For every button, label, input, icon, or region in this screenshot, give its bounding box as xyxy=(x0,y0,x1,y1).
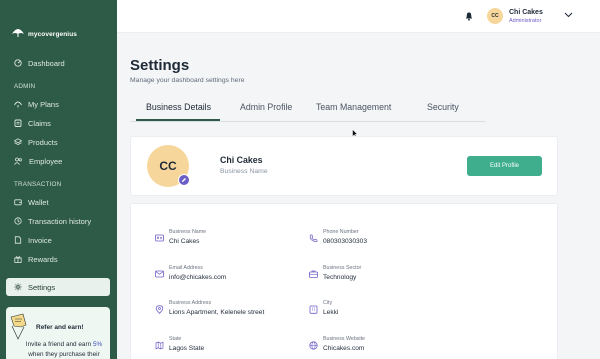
sidebar-item-label: Wallet xyxy=(28,197,49,207)
page-subtitle: Manage your dashboard settings here xyxy=(130,77,245,84)
sidebar-item-claims[interactable]: Claims xyxy=(6,114,110,132)
refer-line2: when they purchase their xyxy=(28,351,100,358)
edit-avatar-button[interactable] xyxy=(178,174,190,186)
field-label: Business Name xyxy=(169,229,207,235)
refer-card[interactable]: Refer and earn! Invite a friend and earn… xyxy=(6,307,110,359)
sidebar-item-label: Claims xyxy=(28,118,51,128)
brand-logo[interactable]: mycovergenius xyxy=(11,26,77,38)
business-details-card: Business Name Chi Cakes Phone Number 080… xyxy=(130,203,558,359)
field-value: Lions Apartment, Kelenele street xyxy=(169,309,265,316)
refer-title: Refer and earn! xyxy=(36,324,84,331)
field-value: Technology xyxy=(323,274,357,281)
refer-percent: 5% xyxy=(92,341,103,348)
id-card-icon xyxy=(155,234,164,242)
field-label: Phone Number xyxy=(323,229,359,235)
tab-business-details[interactable]: Business Details xyxy=(146,102,211,112)
field-label: Business Sector xyxy=(323,265,362,271)
sidebar-item-label: Employee xyxy=(29,156,63,166)
location-icon xyxy=(155,305,164,314)
gift-icon xyxy=(14,256,22,263)
clipboard-icon xyxy=(14,119,22,127)
field-label: State xyxy=(169,336,182,342)
profile-name: Chi Cakes xyxy=(220,155,263,165)
sidebar-item-wallet[interactable]: Wallet xyxy=(6,193,110,211)
tab-admin-profile[interactable]: Admin Profile xyxy=(240,102,292,112)
sidebar-item-products[interactable]: Products xyxy=(6,133,110,151)
sidebar-item-label: Settings xyxy=(28,282,56,292)
sidebar-item-employee[interactable]: Employee xyxy=(6,152,110,170)
wallet-icon xyxy=(14,199,22,206)
mail-icon xyxy=(155,270,164,278)
field-value: info@chicakes.com xyxy=(169,274,227,281)
history-icon xyxy=(14,217,22,225)
refer-description: Invite a friend and earn 5% when they pu… xyxy=(20,340,108,359)
field-value: 080303030303 xyxy=(323,238,368,245)
section-transaction: TRANSACTION xyxy=(14,181,62,188)
chevron-down-icon[interactable] xyxy=(564,12,573,18)
profile-subtitle: Business Name xyxy=(220,168,268,175)
field-value: Chicakes.com xyxy=(323,345,365,352)
field-value: Chi Cakes xyxy=(169,238,200,245)
bell-icon[interactable] xyxy=(465,11,473,21)
building-icon xyxy=(309,305,318,314)
umbrella-icon xyxy=(14,101,22,108)
umbrella-logo-icon xyxy=(12,29,24,37)
sidebar-item-settings[interactable]: Settings xyxy=(6,278,110,296)
user-role: Administrator xyxy=(509,18,542,24)
sidebar-item-label: Rewards xyxy=(28,254,58,264)
sidebar-item-dashboard[interactable]: Dashboard xyxy=(6,54,110,72)
settings-tabs: Business Details Admin Profile Team Mana… xyxy=(130,98,485,122)
field-label: City xyxy=(323,300,333,306)
pencil-icon xyxy=(182,178,186,182)
user-name: Chi Cakes xyxy=(509,9,543,16)
gear-icon xyxy=(14,283,22,291)
layers-icon xyxy=(14,138,22,146)
sidebar-item-label: My Plans xyxy=(28,99,59,109)
invoice-icon xyxy=(14,236,22,244)
topbar: CC Chi Cakes Administrator xyxy=(117,0,600,33)
field-value: Lagos State xyxy=(169,345,205,352)
sidebar-item-my-plans[interactable]: My Plans xyxy=(6,95,110,113)
sidebar: mycovergenius Dashboard ADMIN My Plans C… xyxy=(0,0,117,359)
refer-line1: Invite a friend and earn xyxy=(25,341,93,348)
section-admin: ADMIN xyxy=(14,83,36,90)
field-value: Lekki xyxy=(323,309,339,316)
page-title: Settings xyxy=(130,57,190,74)
sidebar-item-label: Invoice xyxy=(28,235,52,245)
field-label: Business Website xyxy=(323,336,366,342)
avatar[interactable]: CC xyxy=(487,8,503,24)
active-tab-indicator xyxy=(136,119,220,121)
edit-profile-button[interactable]: Edit Profile xyxy=(467,156,542,176)
sidebar-item-rewards[interactable]: Rewards xyxy=(6,250,110,268)
users-icon xyxy=(14,157,22,165)
sidebar-item-label: Products xyxy=(28,137,58,147)
map-icon xyxy=(155,341,164,350)
sidebar-item-label: Transaction history xyxy=(28,216,92,226)
field-label: Email Address xyxy=(169,265,203,271)
briefcase-icon xyxy=(309,270,318,278)
brand-name: mycovergenius xyxy=(28,30,77,38)
sidebar-item-label: Dashboard xyxy=(28,58,65,68)
tab-security[interactable]: Security xyxy=(427,102,459,112)
globe-icon xyxy=(309,341,318,350)
field-label: Business Address xyxy=(169,300,212,306)
profile-card: CC Chi Cakes Business Name Edit Profile xyxy=(130,136,558,196)
tab-team-management[interactable]: Team Management xyxy=(316,102,391,112)
sidebar-item-transaction-history[interactable]: Transaction history xyxy=(6,212,110,230)
phone-icon xyxy=(309,234,318,242)
sidebar-item-invoice[interactable]: Invoice xyxy=(6,231,110,249)
dashboard-icon xyxy=(14,59,22,67)
